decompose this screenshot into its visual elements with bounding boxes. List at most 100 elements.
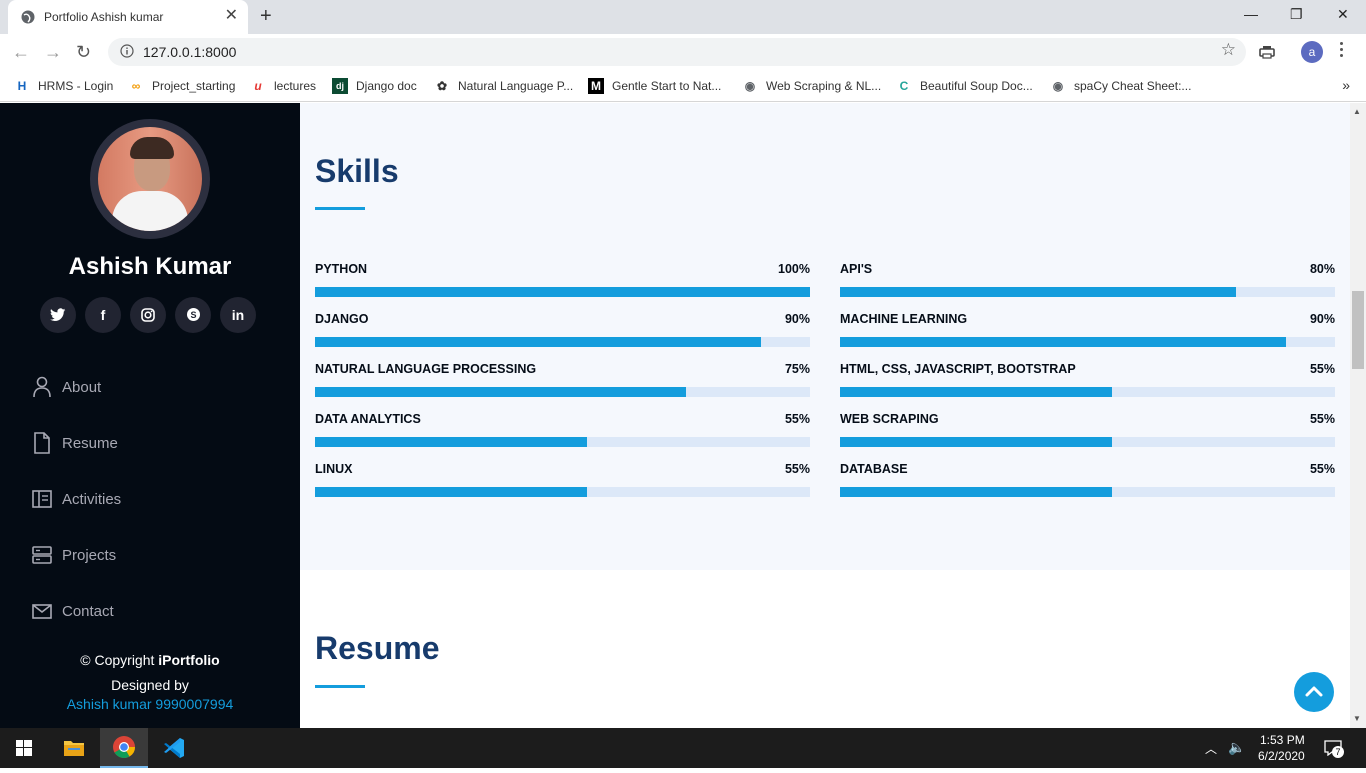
- skill-progress-fill: [840, 337, 1286, 347]
- vscode-icon[interactable]: [150, 728, 198, 768]
- skill-progress-fill: [315, 437, 588, 447]
- url-text[interactable]: 127.0.0.1:8000: [143, 44, 236, 60]
- bookmark-item[interactable]: dj Django doc: [332, 77, 417, 95]
- media-router-icon[interactable]: [1259, 45, 1275, 59]
- notification-icon[interactable]: 7: [1324, 740, 1344, 758]
- bookmark-item[interactable]: ∞ Project_starting: [128, 77, 236, 95]
- skill-item: DJANGO 90%: [315, 312, 810, 347]
- nav-item-about[interactable]: About: [32, 359, 121, 415]
- django-icon: dj: [332, 78, 348, 94]
- instagram-icon[interactable]: [130, 297, 166, 333]
- nlp-icon: ✿: [436, 79, 448, 93]
- profile-photo: [90, 119, 210, 239]
- linkedin-icon[interactable]: in: [220, 297, 256, 333]
- skill-name: NATURAL LANGUAGE PROCESSING: [315, 362, 537, 376]
- skill-item: LINUX 55%: [315, 462, 810, 497]
- bookmark-item[interactable]: M Gentle Start to Nat...: [588, 77, 721, 95]
- skill-header: WEB SCRAPING 55%: [840, 412, 1335, 429]
- bookmarks-more-icon[interactable]: »: [1342, 77, 1350, 93]
- scroll-thumb[interactable]: [1352, 291, 1364, 369]
- skill-header: DJANGO 90%: [315, 312, 810, 329]
- chevron-up-icon: [1305, 686, 1323, 697]
- skill-item: PYTHON 100%: [315, 262, 810, 297]
- skype-icon[interactable]: S: [175, 297, 211, 333]
- restore-button[interactable]: ❐: [1290, 6, 1303, 23]
- tray-time[interactable]: 1:53 PM: [1260, 733, 1305, 747]
- reload-icon[interactable]: ↻: [76, 42, 91, 62]
- skill-progress-fill: [315, 337, 761, 347]
- skill-item: DATABASE 55%: [840, 462, 1335, 497]
- nav-item-contact[interactable]: Contact: [32, 583, 121, 639]
- minimize-button[interactable]: —: [1244, 6, 1258, 22]
- skill-percent: 55%: [784, 412, 810, 426]
- skill-progress-track: [840, 287, 1335, 297]
- scroll-up-arrow-icon[interactable]: ▲: [1353, 107, 1361, 116]
- bookmark-item[interactable]: ✿ Natural Language P...: [434, 77, 573, 95]
- skill-percent: 80%: [1309, 262, 1335, 276]
- skill-percent: 90%: [784, 312, 810, 326]
- tab-close-icon[interactable]: ✕: [225, 7, 238, 25]
- tray-chevron-icon[interactable]: ︿: [1205, 740, 1217, 757]
- sidebar-nav: About Resume Activities Projects Contact: [32, 359, 121, 639]
- globe-icon: ◉: [744, 79, 756, 93]
- skill-progress-track: [315, 387, 810, 397]
- nav-item-resume[interactable]: Resume: [32, 415, 121, 471]
- skill-progress-track: [315, 287, 810, 297]
- twitter-icon[interactable]: [40, 297, 76, 333]
- designer-link[interactable]: Ashish kumar 9990007994: [0, 695, 300, 714]
- skill-progress-track: [315, 437, 810, 447]
- scroll-down-arrow-icon[interactable]: ▼: [1353, 714, 1361, 723]
- skill-name: API'S: [840, 262, 873, 276]
- credits: Designed by: [111, 677, 189, 693]
- close-window-button[interactable]: ✕: [1337, 6, 1349, 23]
- bookmark-item[interactable]: ◉ spaCy Cheat Sheet:...: [1050, 77, 1192, 95]
- title-underline: [315, 685, 365, 688]
- social-links: f S in: [40, 297, 256, 333]
- browser-menu-icon[interactable]: [1340, 42, 1344, 60]
- info-icon[interactable]: [120, 44, 134, 58]
- star-icon[interactable]: ☆: [1221, 40, 1236, 60]
- sidebar: Ashish Kumar f S in About Resume Activit…: [0, 103, 300, 728]
- skill-header: NATURAL LANGUAGE PROCESSING 75%: [315, 362, 810, 379]
- profile-name[interactable]: Ashish Kumar: [0, 253, 300, 281]
- browser-tab[interactable]: Portfolio Ashish kumar ✕: [8, 0, 248, 34]
- skill-item: MACHINE LEARNING 90%: [840, 312, 1335, 347]
- bookmark-item[interactable]: C Beautiful Soup Doc...: [896, 77, 1033, 95]
- back-arrow-icon[interactable]: ←: [12, 42, 30, 62]
- notification-count: 7: [1332, 746, 1344, 758]
- main-content: Skills PYTHON 100% API'S 80% DJANGO 90% MACHIN…: [300, 103, 1350, 728]
- bookmark-item[interactable]: u lectures: [250, 77, 316, 95]
- bookmarks-bar: H HRMS - Login ∞ Project_starting u lect…: [0, 70, 1366, 102]
- hrms-icon: H: [17, 79, 27, 93]
- skill-name: MACHINE LEARNING: [840, 312, 968, 326]
- skill-progress-fill: [840, 487, 1113, 497]
- skill-header: DATABASE 55%: [840, 462, 1335, 479]
- address-bar[interactable]: 127.0.0.1:8000 ☆: [108, 38, 1246, 66]
- skill-percent: 90%: [1309, 312, 1335, 326]
- new-tab-button[interactable]: +: [260, 5, 272, 27]
- back-to-top-button[interactable]: [1294, 672, 1334, 712]
- bookmark-item[interactable]: ◉ Web Scraping & NL...: [742, 77, 881, 95]
- skill-header: MACHINE LEARNING 90%: [840, 312, 1335, 329]
- chrome-icon[interactable]: [100, 728, 148, 768]
- skill-name: DATABASE: [840, 462, 908, 476]
- start-button[interactable]: [0, 728, 48, 768]
- lectures-icon: u: [254, 79, 262, 93]
- volume-icon[interactable]: 🔈: [1228, 739, 1245, 756]
- page-scrollbar[interactable]: ▲ ▼: [1350, 103, 1366, 728]
- skill-item: HTML, CSS, JAVASCRIPT, BOOTSTRAP 55%: [840, 362, 1335, 397]
- facebook-icon[interactable]: f: [85, 297, 121, 333]
- skill-percent: 55%: [1309, 362, 1335, 376]
- file-explorer-icon[interactable]: [50, 728, 98, 768]
- nav-item-activities[interactable]: Activities: [32, 471, 121, 527]
- tray-date[interactable]: 6/2/2020: [1258, 749, 1305, 763]
- svg-text:S: S: [190, 310, 196, 320]
- medium-icon: M: [588, 78, 604, 94]
- bookmark-item[interactable]: H HRMS - Login: [14, 77, 114, 95]
- skill-name: DJANGO: [315, 312, 369, 326]
- profile-avatar[interactable]: a: [1301, 41, 1323, 63]
- browser-toolbar: ← → ↻ 127.0.0.1:8000 ☆ a: [0, 34, 1366, 70]
- skill-percent: 75%: [784, 362, 810, 376]
- forward-arrow-icon[interactable]: →: [44, 42, 62, 62]
- nav-item-projects[interactable]: Projects: [32, 527, 121, 583]
